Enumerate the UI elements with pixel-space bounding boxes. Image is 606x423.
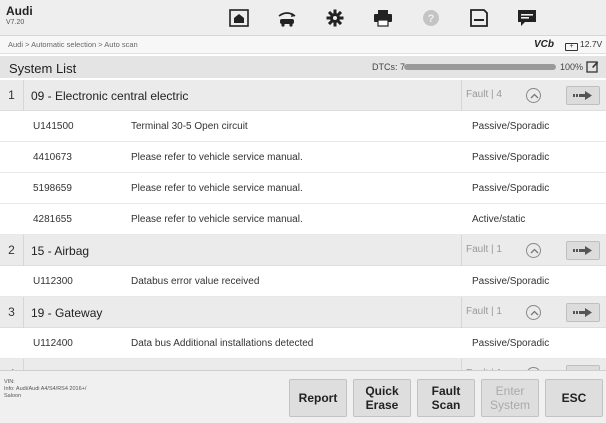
dtc-code: U112300	[33, 276, 73, 287]
dtc-row: 4281655 Please refer to vehicle service m…	[0, 204, 606, 235]
arrow-right-icon	[573, 246, 592, 255]
system-name: 19 - Gateway	[31, 306, 103, 320]
svg-text:?: ?	[428, 13, 435, 25]
dtc-status: Passive/Sporadic	[472, 121, 550, 132]
battery-icon: +	[565, 43, 578, 51]
vehicle-swap-icon	[278, 12, 296, 27]
breadcrumb: Audi > Automatic selection > Auto scan	[8, 40, 138, 49]
print-icon	[374, 10, 392, 27]
chevron-up-icon	[530, 93, 539, 99]
arrow-right-icon	[573, 308, 592, 317]
save-icon	[470, 9, 488, 27]
system-row[interactable]: 2 15 - Airbag Fault | 1	[0, 235, 606, 266]
chevron-up-icon	[530, 248, 539, 254]
vehicle-swap-button[interactable]	[263, 0, 311, 36]
collapse-toggle[interactable]	[526, 305, 541, 320]
message-icon	[518, 10, 536, 26]
dtc-row: U141500 Terminal 30-5 Open circuit Passive…	[0, 111, 606, 142]
dtc-status: Passive/Sporadic	[472, 152, 550, 163]
scan-progress-bar	[404, 64, 556, 70]
chevron-up-icon	[530, 310, 539, 316]
arrow-right-icon	[573, 91, 592, 100]
enter-system-arrow-button[interactable]	[566, 303, 600, 322]
system-list-title: System List	[9, 61, 77, 76]
dtc-code: U141500	[33, 121, 74, 132]
home-icon	[229, 9, 249, 27]
home-button[interactable]	[215, 0, 263, 36]
battery-indicator: +12.7V	[565, 39, 602, 51]
enter-system-arrow-button[interactable]	[566, 241, 600, 260]
edit-icon[interactable]	[586, 60, 599, 73]
dtc-count: DTCs: 7	[372, 62, 406, 72]
dtc-description: Data bus Additional installations detect…	[131, 338, 314, 349]
vin-line: VIN:	[4, 379, 15, 385]
message-button[interactable]	[503, 0, 551, 36]
system-name: 09 - Electronic central electric	[31, 89, 189, 103]
fault-count: Fault | 4	[461, 80, 502, 111]
dtc-row: U112400 Data bus Additional installations…	[0, 328, 606, 359]
brand: Audi V7.20	[6, 4, 33, 27]
dtc-status: Passive/Sporadic	[472, 338, 550, 349]
dtc-status: Passive/Sporadic	[472, 183, 550, 194]
help-button[interactable]: ?	[407, 0, 455, 36]
quick-erase-button[interactable]: Quick Erase	[353, 379, 411, 417]
dtc-status: Passive/Sporadic	[472, 276, 550, 287]
esc-button[interactable]: ESC	[545, 379, 603, 417]
dtc-code: U112400	[33, 338, 73, 349]
system-list-header: System List DTCs: 7 100%	[0, 56, 606, 78]
fault-count: Fault | 1	[461, 235, 502, 266]
top-toolbar: Audi V7.20 ?	[0, 0, 606, 36]
system-list: 1 09 - Electronic central electric Fault |…	[0, 80, 606, 390]
info-line: Info: Audi/Audi A4/S4/RS4 2016+/	[4, 386, 87, 392]
vci-indicator: VCb	[534, 39, 554, 50]
system-row[interactable]: 3 19 - Gateway Fault | 1	[0, 297, 606, 328]
help-icon: ?	[423, 10, 439, 26]
dtc-code: 4410673	[33, 152, 72, 163]
collapse-toggle[interactable]	[526, 88, 541, 103]
battery-voltage: 12.7V	[580, 39, 603, 49]
body-line: Saloon	[4, 393, 22, 399]
dtc-code: 4281655	[33, 214, 72, 225]
breadcrumb-bar: Audi > Automatic selection > Auto scan V…	[0, 36, 606, 54]
brand-name: Audi	[6, 4, 33, 18]
dtc-description: Terminal 30-5 Open circuit	[131, 121, 248, 132]
system-number: 3	[0, 297, 24, 328]
dtc-code: 5198659	[33, 183, 72, 194]
system-number: 2	[0, 235, 24, 266]
scan-progress-fill	[404, 64, 556, 70]
dtc-description: Please refer to vehicle service manual.	[131, 183, 303, 194]
gear-icon	[326, 9, 344, 27]
report-button[interactable]: Report	[289, 379, 347, 417]
fault-count: Fault | 1	[461, 297, 502, 328]
enter-system-arrow-button[interactable]	[566, 86, 600, 105]
fault-scan-button[interactable]: Fault Scan	[417, 379, 475, 417]
dtc-description: Please refer to vehicle service manual.	[131, 152, 303, 163]
print-button[interactable]	[359, 0, 407, 36]
app-version: V7.20	[6, 19, 25, 26]
settings-button[interactable]	[311, 0, 359, 36]
dtc-description: Please refer to vehicle service manual.	[131, 214, 303, 225]
enter-system-button[interactable]: Enter System	[481, 379, 539, 417]
system-name: 15 - Airbag	[31, 244, 90, 258]
save-button[interactable]	[455, 0, 503, 36]
dtc-status: Active/static	[472, 214, 526, 225]
bottom-bar: VIN: Info: Audi/Audi A4/S4/RS4 2016+/ Sa…	[0, 370, 606, 423]
dtc-row: 5198659 Please refer to vehicle service m…	[0, 173, 606, 204]
dtc-row: U112300 Databus error value received Passi…	[0, 266, 606, 297]
dtc-row: 4410673 Please refer to vehicle service m…	[0, 142, 606, 173]
scan-progress-percent: 100%	[560, 62, 584, 72]
dtc-description: Databus error value received	[131, 276, 260, 287]
system-number: 1	[0, 80, 24, 111]
collapse-toggle[interactable]	[526, 243, 541, 258]
vehicle-info: VIN: Info: Audi/Audi A4/S4/RS4 2016+/ Sa…	[4, 379, 86, 400]
system-row[interactable]: 1 09 - Electronic central electric Fault |…	[0, 80, 606, 111]
